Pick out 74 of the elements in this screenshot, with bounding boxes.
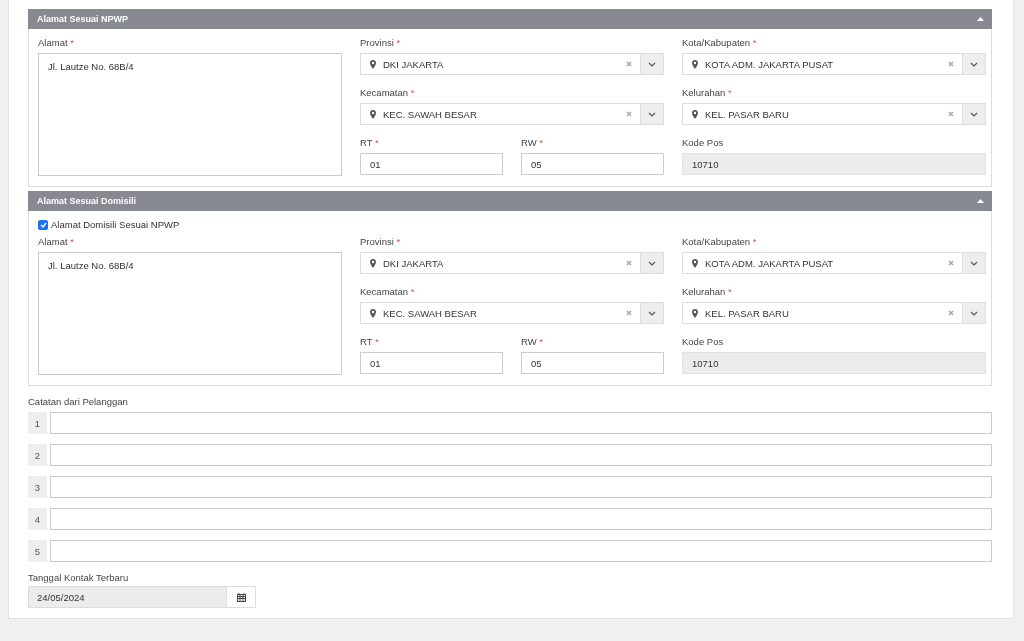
map-pin-icon	[692, 258, 698, 268]
chevron-down-icon[interactable]	[962, 253, 985, 273]
field-label: Kota/Kabupaten *	[682, 37, 758, 48]
field-label: Kelurahan *	[682, 286, 733, 297]
select-field[interactable]: KEC. SAWAH BESAR	[360, 103, 664, 125]
field-label: Provinsi *	[360, 37, 402, 48]
checkbox[interactable]	[38, 219, 48, 230]
field-label: Kecamatan *	[360, 87, 416, 98]
text-field[interactable]: 05	[521, 352, 664, 374]
field-label: Kecamatan *	[360, 286, 416, 297]
select-field[interactable]: DKI JAKARTA	[360, 252, 664, 274]
clear-icon[interactable]	[626, 310, 632, 316]
map-pin-icon	[692, 308, 698, 318]
map-pin-icon	[370, 109, 376, 119]
select-field[interactable]: KEC. SAWAH BESAR	[360, 302, 664, 324]
field-label: Kelurahan *	[682, 87, 733, 98]
text-field[interactable]: 05	[521, 153, 664, 175]
text-field[interactable]: 01	[360, 153, 503, 175]
field-label: Kode Pos	[682, 137, 725, 148]
line-number: 3	[28, 476, 47, 498]
map-pin-icon	[692, 59, 698, 69]
field-label: Kota/Kabupaten *	[682, 236, 758, 247]
note-field[interactable]	[50, 444, 992, 466]
note-field[interactable]	[50, 540, 992, 562]
note-field[interactable]	[50, 412, 992, 434]
field-label: Alamat *	[38, 236, 75, 247]
select-field[interactable]: KOTA ADM. JAKARTA PUSAT	[682, 252, 986, 274]
chevron-down-icon[interactable]	[962, 303, 985, 323]
text-field[interactable]: 01	[360, 352, 503, 374]
checkbox-label: Alamat Domisili Sesuai NPWP	[51, 219, 180, 230]
select-field[interactable]: DKI JAKARTA	[360, 53, 664, 75]
clear-icon[interactable]	[626, 61, 632, 67]
chevron-down-icon[interactable]	[640, 303, 663, 323]
field-label: Kode Pos	[682, 336, 725, 347]
chevron-down-icon[interactable]	[962, 54, 985, 74]
clear-icon[interactable]	[948, 111, 954, 117]
clear-icon[interactable]	[626, 260, 632, 266]
map-pin-icon	[370, 308, 376, 318]
line-number: 1	[28, 412, 47, 434]
caret-up-icon[interactable]	[977, 199, 984, 203]
line-number: 2	[28, 444, 47, 466]
clear-icon[interactable]	[948, 260, 954, 266]
field-label: RW *	[521, 336, 544, 347]
map-pin-icon	[370, 59, 376, 69]
select-field[interactable]: KEL. PASAR BARU	[682, 302, 986, 324]
field-label: Catatan dari Pelanggan	[28, 396, 129, 407]
field-label: Alamat *	[38, 37, 75, 48]
map-pin-icon	[692, 109, 698, 119]
date-field[interactable]: 24/05/2024	[28, 586, 227, 608]
field-label: RT *	[360, 137, 380, 148]
note-field[interactable]	[50, 476, 992, 498]
select-field[interactable]: KOTA ADM. JAKARTA PUSAT	[682, 53, 986, 75]
calendar-icon[interactable]	[227, 586, 256, 608]
clear-icon[interactable]	[626, 111, 632, 117]
caret-up-icon[interactable]	[977, 17, 984, 21]
field-label: Tanggal Kontak Terbaru	[28, 572, 130, 583]
chevron-down-icon[interactable]	[962, 104, 985, 124]
readonly-field: 10710	[682, 153, 986, 175]
field-label: Provinsi *	[360, 236, 402, 247]
field-label: RT *	[360, 336, 380, 347]
map-pin-icon	[370, 258, 376, 268]
address-textarea[interactable]: Jl. Lautze No. 68B/4	[38, 53, 342, 176]
readonly-field: 10710	[682, 352, 986, 374]
address-textarea[interactable]: Jl. Lautze No. 68B/4	[38, 252, 342, 375]
line-number: 5	[28, 540, 47, 562]
note-field[interactable]	[50, 508, 992, 530]
field-label: RW *	[521, 137, 544, 148]
chevron-down-icon[interactable]	[640, 253, 663, 273]
clear-icon[interactable]	[948, 61, 954, 67]
select-field[interactable]: KEL. PASAR BARU	[682, 103, 986, 125]
clear-icon[interactable]	[948, 310, 954, 316]
line-number: 4	[28, 508, 47, 530]
chevron-down-icon[interactable]	[640, 54, 663, 74]
chevron-down-icon[interactable]	[640, 104, 663, 124]
